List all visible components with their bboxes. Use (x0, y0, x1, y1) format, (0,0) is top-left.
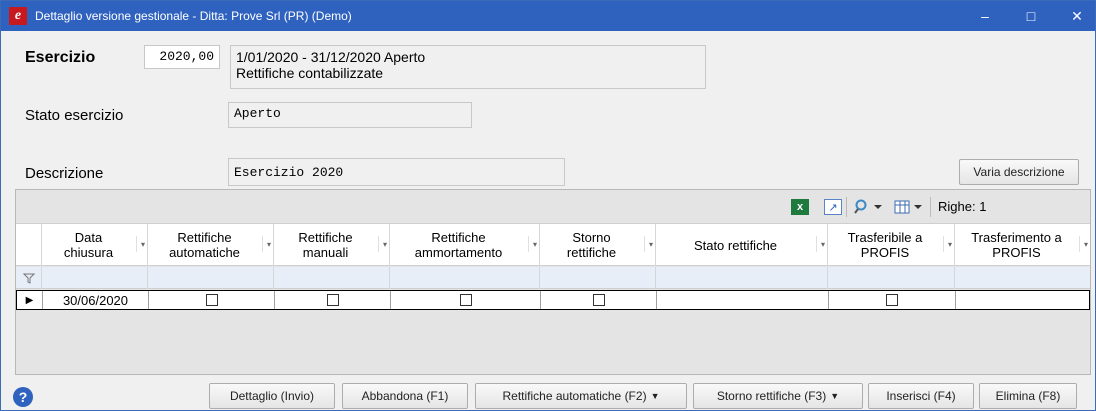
grid-toolbar: x ↗ Righe: 1 (16, 190, 1090, 224)
cell-rettifiche-automatiche[interactable] (149, 291, 275, 309)
esercizio-label: Esercizio (25, 49, 96, 66)
col-rettifiche-ammortamento[interactable]: Rettifiche ammortamento ▾ (390, 224, 540, 266)
esercizio-period: 1/01/2020 - 31/12/2020 Aperto (236, 49, 426, 65)
checkbox[interactable] (205, 294, 218, 306)
app-logo-icon: e (9, 7, 27, 25)
chevron-down-icon[interactable]: ▾ (943, 236, 952, 252)
inserisci-button[interactable]: Inserisci (F4) (868, 383, 974, 409)
stato-esercizio-field: Aperto (228, 102, 472, 128)
col-trasferibile-profis[interactable]: Trasferibile a PROFIS ▾ (828, 224, 955, 266)
cell-rettifiche-ammortamento[interactable] (391, 291, 541, 309)
dropdown-arrow-icon: ▼ (830, 391, 840, 401)
col-trasferimento-profis[interactable]: Trasferimento a PROFIS ▾ (955, 224, 1090, 266)
cell-rettifiche-manuali[interactable] (275, 291, 391, 309)
rettifiche-automatiche-button[interactable]: Rettifiche automatiche (F2) ▼ (475, 383, 687, 409)
row-count-label: Righe: 1 (938, 199, 987, 214)
filter-cell[interactable] (390, 267, 540, 289)
chevron-down-icon[interactable]: ▾ (378, 236, 387, 252)
filter-cell[interactable] (42, 267, 148, 289)
esercizio-status-note: Rettifiche contabilizzate (236, 65, 384, 81)
chevron-down-icon[interactable]: ▾ (528, 236, 537, 252)
filter-cell[interactable] (656, 267, 828, 289)
filter-cell[interactable] (955, 267, 1090, 289)
storno-rettifiche-label: Storno rettifiche (F3) (716, 389, 827, 403)
window-title: Dettaglio versione gestionale - Ditta: P… (35, 9, 352, 23)
chevron-down-icon[interactable]: ▾ (136, 236, 145, 252)
varia-descrizione-button[interactable]: Varia descrizione (959, 159, 1079, 185)
toolbar-separator (846, 197, 847, 217)
dettaglio-button[interactable]: Dettaglio (Invio) (209, 383, 335, 409)
rettifiche-automatiche-label: Rettifiche automatiche (F2) (502, 389, 647, 403)
esercizio-input[interactable]: 2020,00 (144, 45, 220, 69)
row-selector-icon[interactable]: ▶ (17, 291, 43, 309)
abbandona-button[interactable]: Abbandona (F1) (342, 383, 468, 409)
cell-stato-rettifiche[interactable] (657, 291, 829, 309)
checkbox[interactable] (592, 294, 605, 306)
cell-trasferimento-profis[interactable] (956, 291, 1090, 309)
elimina-button[interactable]: Elimina (F8) (979, 383, 1077, 409)
filter-cell[interactable] (274, 267, 390, 289)
grid-empty-area (16, 310, 1090, 374)
row-indicator-header (16, 224, 42, 266)
cell-storno-rettifiche[interactable] (541, 291, 657, 309)
checkbox[interactable] (326, 294, 339, 306)
chevron-down-icon[interactable]: ▾ (262, 236, 271, 252)
col-rettifiche-automatiche[interactable]: Rettifiche automatiche ▾ (148, 224, 274, 266)
minimize-button[interactable]: – (967, 1, 1003, 31)
col-storno-rettifiche[interactable]: Storno rettifiche ▾ (540, 224, 656, 266)
columns-icon[interactable] (894, 199, 924, 215)
chevron-down-icon[interactable]: ▾ (1079, 236, 1088, 252)
excel-icon[interactable]: x (791, 199, 809, 215)
table-row[interactable]: ▶ 30/06/2020 (16, 290, 1090, 310)
chevron-down-icon[interactable]: ▾ (644, 236, 653, 252)
filter-icon[interactable] (16, 267, 42, 289)
toolbar-separator (930, 197, 931, 217)
checkbox[interactable] (459, 294, 472, 306)
col-data-chiusura[interactable]: Data chiusura ▾ (42, 224, 148, 266)
descrizione-field: Esercizio 2020 (228, 158, 565, 186)
maximize-button[interactable]: □ (1013, 1, 1049, 31)
checkbox[interactable] (886, 294, 898, 306)
search-icon[interactable] (854, 199, 884, 215)
export-icon[interactable]: ↗ (824, 199, 842, 215)
grid-header: Data chiusura ▾ Rettifiche automatiche ▾ R… (16, 224, 1090, 266)
grid-filter-row (16, 267, 1090, 289)
cell-trasferibile-profis[interactable] (829, 291, 956, 309)
descrizione-label: Descrizione (25, 165, 104, 182)
col-rettifiche-manuali[interactable]: Rettifiche manuali ▾ (274, 224, 390, 266)
stato-esercizio-label: Stato esercizio (25, 107, 124, 124)
versions-grid: x ↗ Righe: 1 Data chiusura ▾ Rettifiche a… (15, 189, 1091, 375)
filter-cell[interactable] (148, 267, 274, 289)
main-window: e Dettaglio versione gestionale - Ditta:… (0, 0, 1096, 411)
close-button[interactable]: ✕ (1059, 1, 1095, 31)
filter-cell[interactable] (828, 267, 955, 289)
cell-data-chiusura[interactable]: 30/06/2020 (43, 291, 149, 309)
esercizio-info: 1/01/2020 - 31/12/2020 Aperto Rettifiche… (230, 45, 706, 89)
storno-rettifiche-button[interactable]: Storno rettifiche (F3) ▼ (693, 383, 863, 409)
filter-cell[interactable] (540, 267, 656, 289)
chevron-down-icon[interactable]: ▾ (816, 236, 825, 252)
title-bar[interactable]: e Dettaglio versione gestionale - Ditta:… (1, 1, 1095, 31)
dropdown-arrow-icon: ▼ (650, 391, 660, 401)
help-icon[interactable]: ? (13, 387, 33, 407)
col-stato-rettifiche[interactable]: Stato rettifiche ▾ (656, 224, 828, 266)
